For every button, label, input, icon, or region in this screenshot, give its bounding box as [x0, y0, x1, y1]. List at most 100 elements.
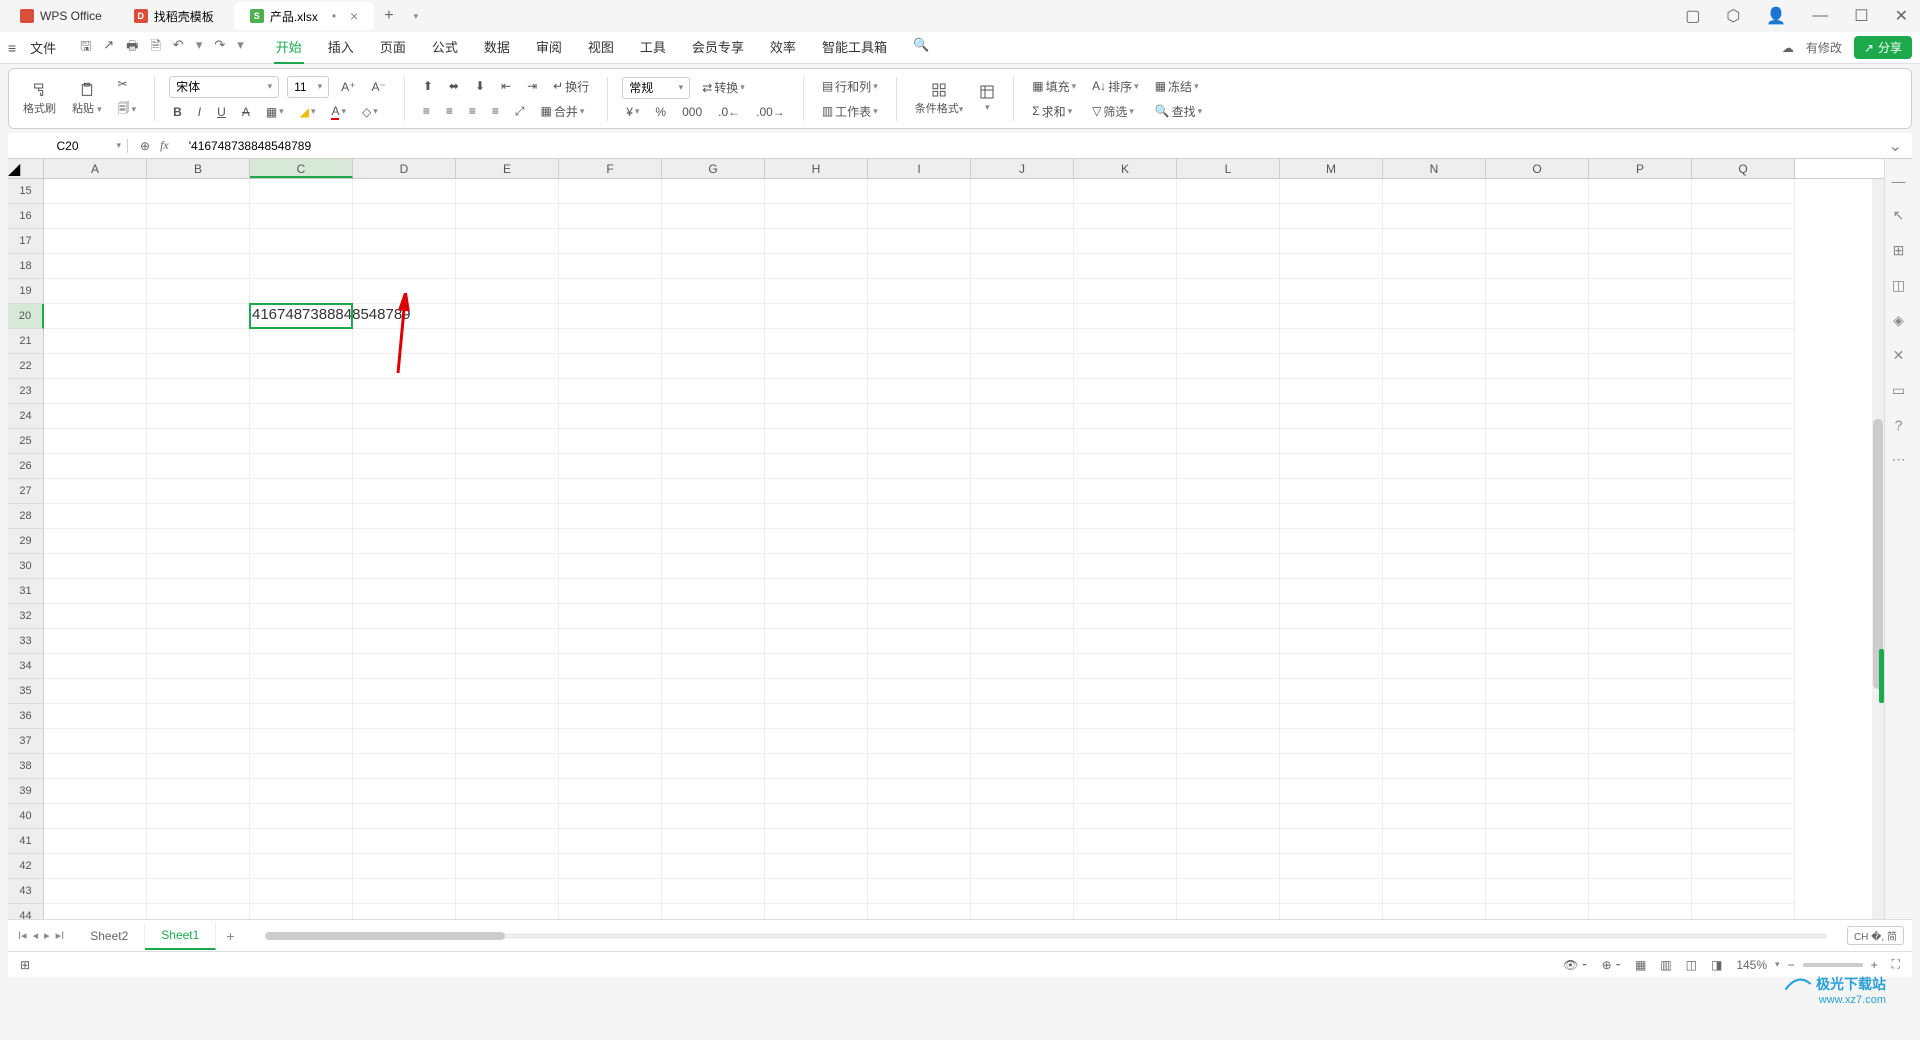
cell-G20[interactable]	[662, 304, 765, 329]
cell-C21[interactable]	[250, 329, 353, 354]
column-header-P[interactable]: P	[1589, 159, 1692, 178]
cell-O44[interactable]	[1486, 904, 1589, 919]
cell-P41[interactable]	[1589, 829, 1692, 854]
cell-F31[interactable]	[559, 579, 662, 604]
cell-E32[interactable]	[456, 604, 559, 629]
cell-O33[interactable]	[1486, 629, 1589, 654]
row-header-20[interactable]: 20	[8, 304, 44, 329]
cell-M30[interactable]	[1280, 554, 1383, 579]
cell-F41[interactable]	[559, 829, 662, 854]
cell-G40[interactable]	[662, 804, 765, 829]
cell-I31[interactable]	[868, 579, 971, 604]
cell-I19[interactable]	[868, 279, 971, 304]
cell-P29[interactable]	[1589, 529, 1692, 554]
tab-insert[interactable]: 插入	[326, 31, 356, 64]
column-header-I[interactable]: I	[868, 159, 971, 178]
cell-Q18[interactable]	[1692, 254, 1795, 279]
cell-P15[interactable]	[1589, 179, 1692, 204]
cell-M37[interactable]	[1280, 729, 1383, 754]
cell-N17[interactable]	[1383, 229, 1486, 254]
cell-B28[interactable]	[147, 504, 250, 529]
cell-O20[interactable]	[1486, 304, 1589, 329]
cell-H16[interactable]	[765, 204, 868, 229]
vertical-scrollbar[interactable]	[1872, 179, 1884, 919]
cell-L27[interactable]	[1177, 479, 1280, 504]
cell-J16[interactable]	[971, 204, 1074, 229]
cell-N23[interactable]	[1383, 379, 1486, 404]
sheet-tab-sheet2[interactable]: Sheet2	[74, 923, 145, 949]
cell-A21[interactable]	[44, 329, 147, 354]
row-header-30[interactable]: 30	[8, 554, 44, 579]
cell-E17[interactable]	[456, 229, 559, 254]
cell-F29[interactable]	[559, 529, 662, 554]
undo-dropdown[interactable]: ▾	[196, 37, 203, 59]
cell-H41[interactable]	[765, 829, 868, 854]
cell-D30[interactable]	[353, 554, 456, 579]
cell-B31[interactable]	[147, 579, 250, 604]
cell-H37[interactable]	[765, 729, 868, 754]
cell-P21[interactable]	[1589, 329, 1692, 354]
cell-N31[interactable]	[1383, 579, 1486, 604]
cell-A25[interactable]	[44, 429, 147, 454]
row-header-27[interactable]: 27	[8, 479, 44, 504]
cell-D41[interactable]	[353, 829, 456, 854]
cell-D23[interactable]	[353, 379, 456, 404]
column-header-F[interactable]: F	[559, 159, 662, 178]
bold-icon[interactable]: B	[169, 103, 186, 121]
cell-P44[interactable]	[1589, 904, 1692, 919]
cell-A31[interactable]	[44, 579, 147, 604]
export-icon[interactable]: ↗	[103, 37, 114, 59]
cell-G22[interactable]	[662, 354, 765, 379]
cell-A22[interactable]	[44, 354, 147, 379]
cell-C27[interactable]	[250, 479, 353, 504]
cell-K18[interactable]	[1074, 254, 1177, 279]
add-sheet-button[interactable]: +	[216, 928, 244, 944]
cell-E26[interactable]	[456, 454, 559, 479]
cell-E38[interactable]	[456, 754, 559, 779]
cell-N24[interactable]	[1383, 404, 1486, 429]
cell-E22[interactable]	[456, 354, 559, 379]
cell-M36[interactable]	[1280, 704, 1383, 729]
cell-C29[interactable]	[250, 529, 353, 554]
cell-P24[interactable]	[1589, 404, 1692, 429]
cell-E35[interactable]	[456, 679, 559, 704]
cell-N15[interactable]	[1383, 179, 1486, 204]
cell-E39[interactable]	[456, 779, 559, 804]
cell-B22[interactable]	[147, 354, 250, 379]
cell-I30[interactable]	[868, 554, 971, 579]
cell-F34[interactable]	[559, 654, 662, 679]
cell-B29[interactable]	[147, 529, 250, 554]
cell-L15[interactable]	[1177, 179, 1280, 204]
cell-C19[interactable]	[250, 279, 353, 304]
cell-C17[interactable]	[250, 229, 353, 254]
freeze-button[interactable]: ▦ 冻结▾	[1151, 76, 1207, 97]
row-header-36[interactable]: 36	[8, 704, 44, 729]
cell-J29[interactable]	[971, 529, 1074, 554]
decrease-font-icon[interactable]: A⁻	[367, 78, 389, 96]
cell-H18[interactable]	[765, 254, 868, 279]
row-header-40[interactable]: 40	[8, 804, 44, 829]
cell-Q34[interactable]	[1692, 654, 1795, 679]
cell-N42[interactable]	[1383, 854, 1486, 879]
cell-F33[interactable]	[559, 629, 662, 654]
cell-P27[interactable]	[1589, 479, 1692, 504]
cell-I16[interactable]	[868, 204, 971, 229]
cell-A27[interactable]	[44, 479, 147, 504]
cell-K19[interactable]	[1074, 279, 1177, 304]
cell-M34[interactable]	[1280, 654, 1383, 679]
cell-I43[interactable]	[868, 879, 971, 904]
cell-L20[interactable]	[1177, 304, 1280, 329]
cell-F24[interactable]	[559, 404, 662, 429]
cell-Q38[interactable]	[1692, 754, 1795, 779]
cell-N18[interactable]	[1383, 254, 1486, 279]
cell-O34[interactable]	[1486, 654, 1589, 679]
merge-cells-button[interactable]: ▦ 合并▾	[536, 101, 588, 122]
cell-M15[interactable]	[1280, 179, 1383, 204]
cell-P37[interactable]	[1589, 729, 1692, 754]
cell-Q37[interactable]	[1692, 729, 1795, 754]
cell-G19[interactable]	[662, 279, 765, 304]
cell-J23[interactable]	[971, 379, 1074, 404]
cell-E23[interactable]	[456, 379, 559, 404]
cell-L43[interactable]	[1177, 879, 1280, 904]
cell-A30[interactable]	[44, 554, 147, 579]
